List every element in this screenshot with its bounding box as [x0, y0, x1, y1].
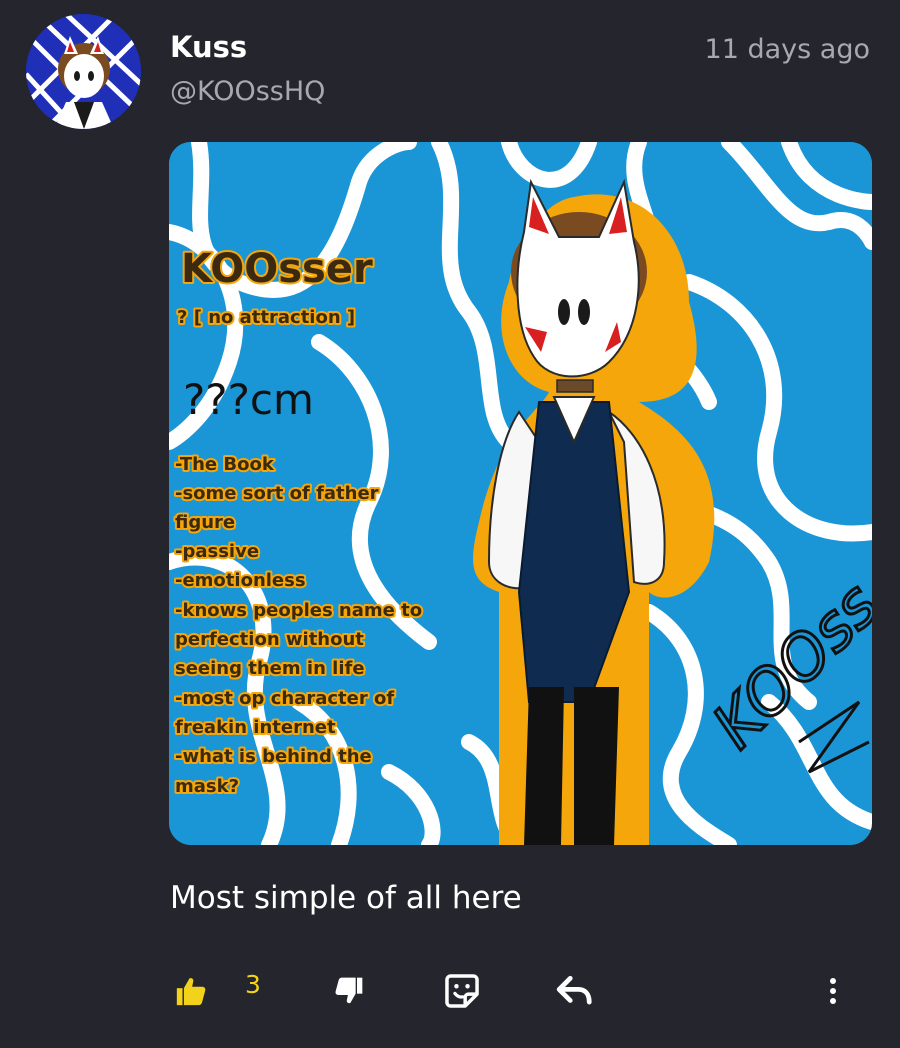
thumbs-up-icon: [176, 978, 206, 1006]
art-height: ???cm: [183, 375, 314, 424]
reply-arrow-icon: [556, 975, 592, 1005]
art-note: -what is behind the: [175, 746, 372, 767]
art-note: -The Book: [175, 454, 275, 475]
post-caption: Most simple of all here: [170, 880, 522, 916]
art-note: figure: [175, 512, 235, 533]
art-title: KOOsser: [181, 246, 373, 292]
art-note: -passive: [175, 541, 259, 562]
thumbs-down-icon: [335, 977, 363, 1004]
art-note: freakin internet: [175, 717, 336, 738]
post-timestamp: 11 days ago: [704, 34, 870, 65]
like-button[interactable]: [170, 966, 212, 1016]
art-subtitle: ? [ no attraction ]: [177, 307, 355, 328]
art-note: -most op character of: [175, 688, 394, 709]
more-vertical-icon: [830, 978, 836, 1004]
sticker-icon: [445, 974, 479, 1008]
like-count: 3: [245, 970, 261, 999]
art-note: -knows peoples name to: [175, 600, 422, 621]
author-handle[interactable]: @KOOssHQ: [170, 76, 325, 107]
art-note: -emotionless: [175, 570, 306, 591]
art-note: perfection without: [175, 629, 364, 650]
more-options-button[interactable]: [818, 966, 848, 1016]
post-image[interactable]: KOOsser ? [ no attraction ] ???cm -The B…: [169, 142, 872, 845]
dislike-button[interactable]: [328, 966, 370, 1016]
art-note: -some sort of father: [175, 483, 379, 504]
art-note: seeing them in life: [175, 658, 365, 679]
sticker-reaction-button[interactable]: [440, 966, 484, 1016]
reply-button[interactable]: [553, 966, 597, 1016]
art-note: mask?: [175, 776, 239, 797]
author-avatar[interactable]: [26, 14, 141, 129]
author-name[interactable]: Kuss: [170, 30, 247, 64]
